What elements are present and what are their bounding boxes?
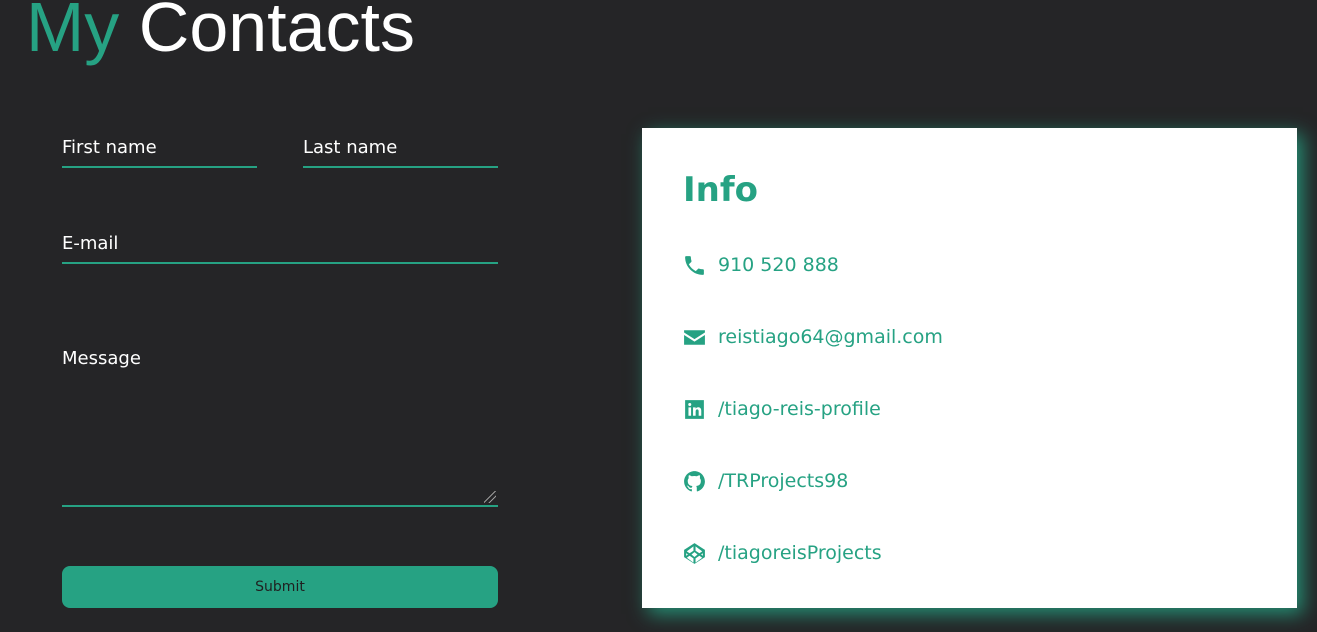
info-codepen-link[interactable]: /tiagoreisProjects [681,539,882,567]
submit-button[interactable]: Submit [62,566,498,608]
info-github-text: /TRProjects98 [718,470,849,492]
resize-handle-icon[interactable] [484,491,496,503]
email-field-wrapper [62,224,498,264]
email-input[interactable] [62,224,498,262]
first-name-input[interactable] [62,128,257,166]
last-name-input[interactable] [303,128,498,166]
page-title-rest: Contacts [138,0,416,66]
message-textarea[interactable] [62,336,498,505]
codepen-icon [681,540,708,567]
info-linkedin-text: /tiago-reis-profile [718,398,881,420]
info-phone-link[interactable]: 910 520 888 [681,251,839,279]
phone-icon [681,252,708,279]
message-field-wrapper [62,336,498,507]
last-name-field-wrapper [303,128,498,168]
info-github-link[interactable]: /TRProjects98 [681,467,848,495]
info-title: Info [683,170,759,210]
info-codepen-text: /tiagoreisProjects [718,542,882,564]
linkedin-icon [681,396,708,423]
page-title: My Contacts [26,0,415,62]
info-phone-text: 910 520 888 [718,254,839,276]
info-email-text: reistiago64@gmail.com [718,326,943,348]
page-title-accent: My [26,0,120,66]
first-name-field-wrapper [62,128,257,168]
contacts-page: My Contacts Submit Info 910 520 888 [0,0,1317,632]
info-card: Info 910 520 888 reistiago64@gmail.com /… [642,128,1297,608]
info-linkedin-link[interactable]: /tiago-reis-profile [681,395,881,423]
envelope-icon [681,324,708,351]
info-email-link[interactable]: reistiago64@gmail.com [681,323,943,351]
github-icon [681,468,708,495]
